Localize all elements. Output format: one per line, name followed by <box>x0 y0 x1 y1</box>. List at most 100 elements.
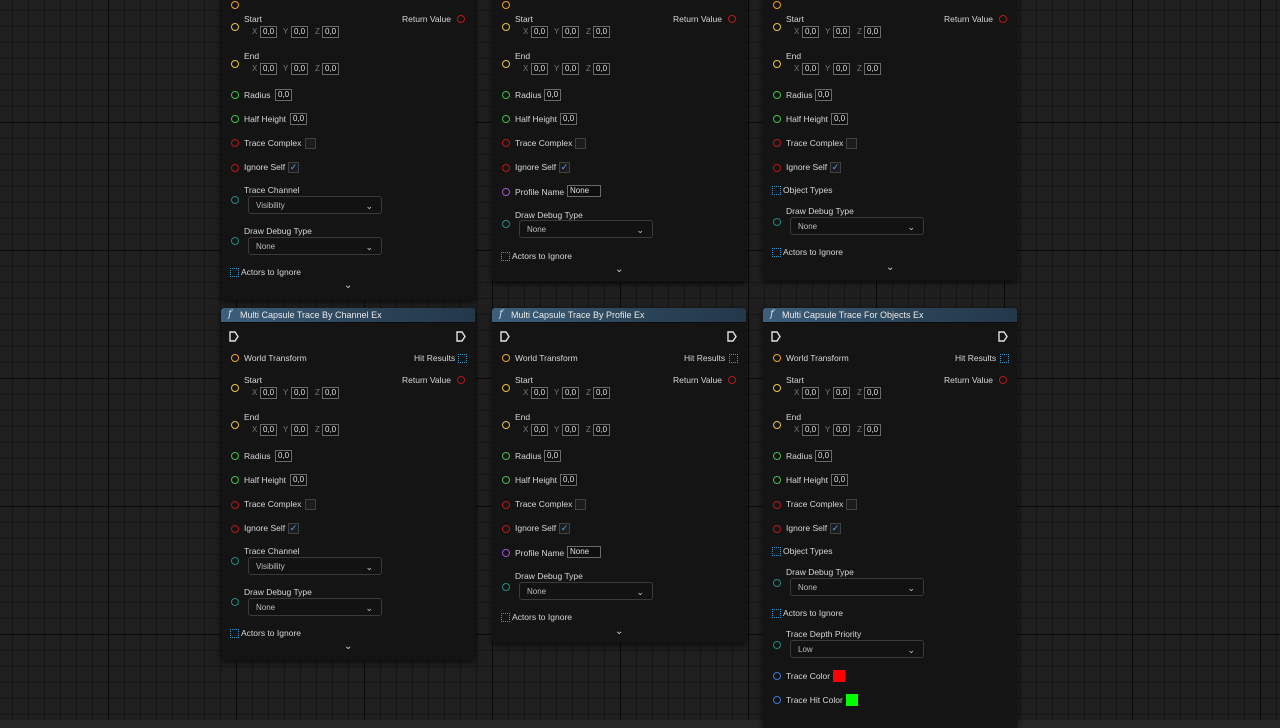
start-x-input[interactable]: 0,0 <box>802 26 820 38</box>
end-pin[interactable] <box>231 421 239 429</box>
actors-to-ignore-pin[interactable] <box>501 613 510 622</box>
trace-depth-priority-pin[interactable] <box>773 641 781 649</box>
end-x-input[interactable]: 0,0 <box>531 424 549 436</box>
return-value-pin[interactable] <box>457 376 465 384</box>
actors-to-ignore-pin[interactable] <box>772 609 781 618</box>
half-height-input[interactable]: 0,0 <box>290 113 308 125</box>
end-y-input[interactable]: 0,0 <box>291 424 309 436</box>
start-y-input[interactable]: 0,0 <box>291 26 309 38</box>
trace-complex-checkbox[interactable] <box>575 138 586 149</box>
start-x-input[interactable]: 0,0 <box>802 387 820 399</box>
profile-name-pin[interactable] <box>502 549 510 557</box>
trace-complex-pin[interactable] <box>231 139 239 147</box>
return-value-pin[interactable] <box>728 376 736 384</box>
half-height-pin[interactable] <box>231 115 239 123</box>
start-z-input[interactable]: 0,0 <box>864 26 882 38</box>
draw-debug-type-dropdown[interactable]: None ⌄ <box>248 598 382 616</box>
radius-input[interactable]: 0,0 <box>275 450 293 462</box>
draw-debug-type-dropdown[interactable]: None ⌄ <box>519 220 653 238</box>
trace-color-pin[interactable] <box>773 672 781 680</box>
return-value-pin[interactable] <box>457 15 465 23</box>
trace-channel-dropdown[interactable]: Visibility ⌄ <box>248 557 382 575</box>
ignore-self-pin[interactable] <box>502 525 510 533</box>
end-pin[interactable] <box>773 421 781 429</box>
start-y-input[interactable]: 0,0 <box>291 387 309 399</box>
end-pin[interactable] <box>773 60 781 68</box>
ignore-self-checkbox[interactable]: ✓ <box>288 162 299 173</box>
draw-debug-type-pin[interactable] <box>773 579 781 587</box>
world-transform-pin[interactable] <box>502 354 510 362</box>
trace-channel-pin[interactable] <box>231 196 239 204</box>
start-pin[interactable] <box>502 23 510 31</box>
radius-pin[interactable] <box>502 91 510 99</box>
radius-input[interactable]: 0,0 <box>275 89 293 101</box>
start-z-input[interactable]: 0,0 <box>593 387 611 399</box>
draw-debug-type-dropdown[interactable]: None ⌄ <box>519 582 653 600</box>
end-x-input[interactable]: 0,0 <box>802 63 820 75</box>
ignore-self-pin[interactable] <box>773 525 781 533</box>
node-header[interactable]: f Multi Capsule Trace By Channel Ex <box>221 308 475 323</box>
world-transform-pin[interactable] <box>773 1 781 9</box>
start-y-input[interactable]: 0,0 <box>833 387 851 399</box>
node-header[interactable]: f Multi Capsule Trace For Objects Ex <box>763 308 1017 323</box>
profile-name-input[interactable]: None <box>567 546 601 558</box>
half-height-input[interactable]: 0,0 <box>831 113 849 125</box>
expand-chevron-icon[interactable]: ⌄ <box>344 641 352 652</box>
object-types-pin[interactable] <box>772 547 781 556</box>
draw-debug-type-pin[interactable] <box>773 218 781 226</box>
trace-channel-pin[interactable] <box>231 557 239 565</box>
half-height-input[interactable]: 0,0 <box>831 474 849 486</box>
start-y-input[interactable]: 0,0 <box>562 26 580 38</box>
trace-complex-pin[interactable] <box>231 501 239 509</box>
half-height-input[interactable]: 0,0 <box>560 474 578 486</box>
expand-chevron-icon[interactable]: ⌄ <box>886 262 894 273</box>
start-x-input[interactable]: 0,0 <box>260 387 278 399</box>
end-y-input[interactable]: 0,0 <box>291 63 309 75</box>
trace-complex-checkbox[interactable] <box>575 499 586 510</box>
draw-debug-type-pin[interactable] <box>502 220 510 228</box>
actors-to-ignore-pin[interactable] <box>230 268 239 277</box>
trace-complex-pin[interactable] <box>502 501 510 509</box>
start-pin[interactable] <box>773 23 781 31</box>
start-z-input[interactable]: 0,0 <box>322 387 340 399</box>
trace-complex-pin[interactable] <box>502 139 510 147</box>
draw-debug-type-dropdown[interactable]: None ⌄ <box>248 237 382 255</box>
draw-debug-type-pin[interactable] <box>502 583 510 591</box>
start-y-input[interactable]: 0,0 <box>833 26 851 38</box>
end-z-input[interactable]: 0,0 <box>322 424 340 436</box>
start-z-input[interactable]: 0,0 <box>593 26 611 38</box>
trace-complex-checkbox[interactable] <box>305 138 316 149</box>
trace-depth-priority-dropdown[interactable]: Low ⌄ <box>790 640 924 658</box>
world-transform-pin[interactable] <box>502 1 510 9</box>
world-transform-pin[interactable] <box>231 1 239 9</box>
start-pin[interactable] <box>231 384 239 392</box>
end-y-input[interactable]: 0,0 <box>562 63 580 75</box>
profile-name-input[interactable]: None <box>567 185 601 197</box>
start-x-input[interactable]: 0,0 <box>531 387 549 399</box>
start-z-input[interactable]: 0,0 <box>322 26 340 38</box>
world-transform-pin[interactable] <box>773 354 781 362</box>
radius-input[interactable]: 0,0 <box>815 450 833 462</box>
ignore-self-checkbox[interactable]: ✓ <box>559 162 570 173</box>
ignore-self-pin[interactable] <box>502 164 510 172</box>
trace-channel-dropdown[interactable]: Visibility ⌄ <box>248 196 382 214</box>
radius-input[interactable]: 0,0 <box>544 450 562 462</box>
draw-debug-type-dropdown[interactable]: None ⌄ <box>790 578 924 596</box>
node-multi-capsule-trace-by-channel-ex[interactable]: f Multi Capsule Trace By Channel Ex Worl… <box>221 308 475 660</box>
half-height-input[interactable]: 0,0 <box>290 474 308 486</box>
end-x-input[interactable]: 0,0 <box>531 63 549 75</box>
half-height-input[interactable]: 0,0 <box>560 113 578 125</box>
half-height-pin[interactable] <box>231 476 239 484</box>
node-capsule-trace-for-objects[interactable]: Start Return Value X 0,0 Y 0,0 Z 0,0 End… <box>763 0 1017 280</box>
trace-hit-color-pin[interactable] <box>773 696 781 704</box>
start-pin[interactable] <box>773 384 781 392</box>
expand-chevron-icon[interactable]: ⌄ <box>344 280 352 291</box>
radius-pin[interactable] <box>773 91 781 99</box>
profile-name-pin[interactable] <box>502 188 510 196</box>
trace-color-swatch[interactable] <box>833 670 845 682</box>
end-x-input[interactable]: 0,0 <box>802 424 820 436</box>
return-value-pin[interactable] <box>728 15 736 23</box>
radius-pin[interactable] <box>773 452 781 460</box>
return-value-pin[interactable] <box>999 15 1007 23</box>
ignore-self-pin[interactable] <box>231 164 239 172</box>
